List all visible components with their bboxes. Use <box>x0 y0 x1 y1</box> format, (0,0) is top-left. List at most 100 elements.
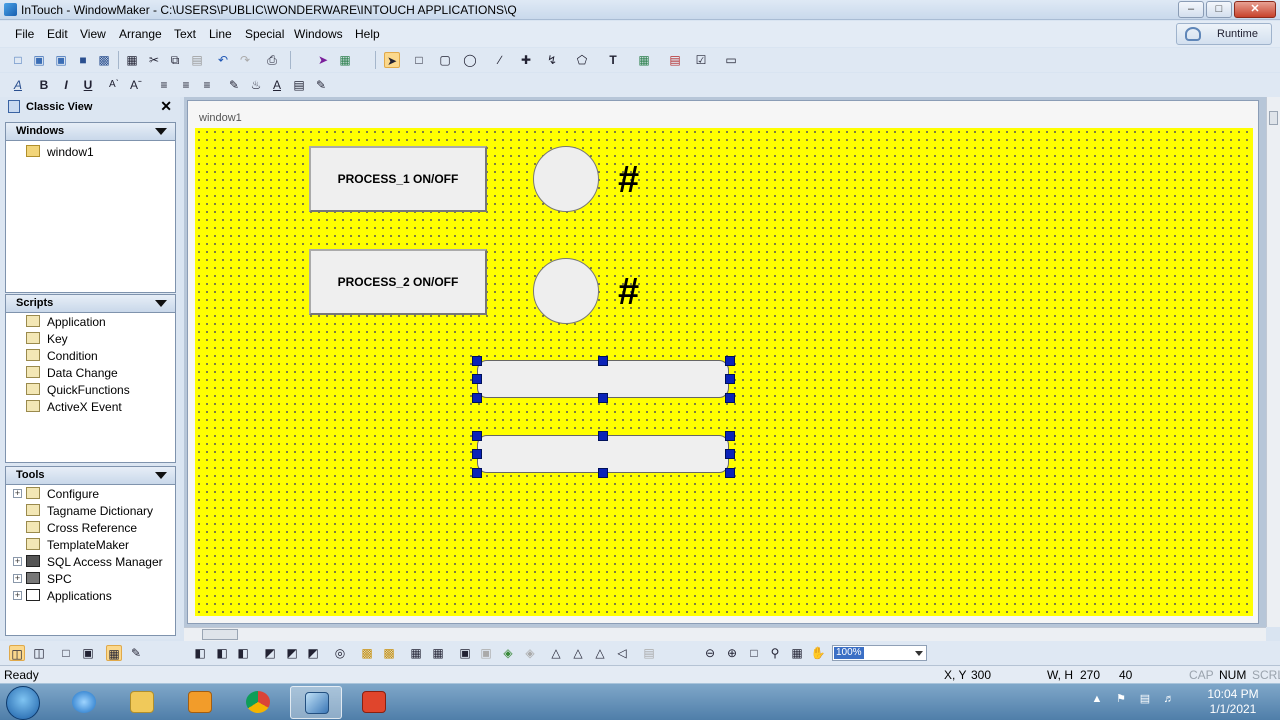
fill-bucket-icon[interactable]: ♨ <box>248 77 264 93</box>
selection-handle[interactable] <box>472 393 482 403</box>
full-screen-icon[interactable]: □ <box>58 645 74 661</box>
menu-file[interactable]: File <box>15 27 34 41</box>
undo-icon[interactable]: ↶ <box>215 52 231 68</box>
selection-handle[interactable] <box>725 393 735 403</box>
chevron-down-icon[interactable] <box>915 651 923 656</box>
font-icon[interactable]: A <box>10 77 26 93</box>
align-centers-icon[interactable]: ◎ <box>332 645 348 661</box>
tree-item-spc[interactable]: + SPC <box>6 570 175 587</box>
align-left-objects-icon[interactable]: ◧ <box>192 645 208 661</box>
rectangle-tool-icon[interactable]: □ <box>411 52 427 68</box>
menu-line[interactable]: Line <box>209 27 232 41</box>
rotate-right-icon[interactable]: △ <box>570 645 586 661</box>
zoom-normal-icon[interactable]: □ <box>746 645 762 661</box>
selection-handle[interactable] <box>598 393 608 403</box>
vertical-scrollbar[interactable] <box>1266 97 1280 627</box>
break-symbol-icon[interactable]: ◈ <box>522 645 538 661</box>
pointer-tool-icon[interactable]: ➤ <box>384 52 400 68</box>
menu-edit[interactable]: Edit <box>47 27 68 41</box>
taskbar-chrome[interactable] <box>232 686 284 719</box>
new-icon[interactable]: □ <box>10 52 26 68</box>
taskbar-media-player[interactable] <box>174 686 226 719</box>
volume-icon[interactable]: ♬ <box>1162 692 1176 706</box>
selection-handle[interactable] <box>598 431 608 441</box>
menu-text[interactable]: Text <box>174 27 196 41</box>
open-icon[interactable]: ▣ <box>31 52 47 68</box>
windows-start-icon[interactable] <box>6 686 40 720</box>
taskbar-internet-explorer[interactable] <box>58 686 110 719</box>
menu-arrange[interactable]: Arrange <box>119 27 162 41</box>
space-horizontal-icon[interactable]: ▦ <box>408 645 424 661</box>
bold-icon[interactable]: B <box>36 77 52 93</box>
fit-window-icon[interactable]: ▣ <box>80 645 96 661</box>
polygon-tool-icon[interactable]: ⬠ <box>574 52 590 68</box>
menu-special[interactable]: Special <box>245 27 284 41</box>
selection-handle[interactable] <box>472 468 482 478</box>
expand-icon[interactable]: + <box>13 574 22 583</box>
flip-vertical-icon[interactable]: ◁ <box>614 645 630 661</box>
align-right-objects-icon[interactable]: ◧ <box>235 645 251 661</box>
save-icon[interactable]: ■ <box>75 52 91 68</box>
selection-handle[interactable] <box>725 449 735 459</box>
selection-handle[interactable] <box>472 431 482 441</box>
tree-item-configure[interactable]: + Configure <box>6 485 175 502</box>
reshape-icon[interactable]: ▤ <box>641 645 657 661</box>
print-icon[interactable]: ⎙ <box>264 52 280 68</box>
selection-handle[interactable] <box>725 431 735 441</box>
selection-handle[interactable] <box>472 449 482 459</box>
align-center-objects-icon[interactable]: ◧ <box>214 645 230 661</box>
copy-icon[interactable]: ⧉ <box>167 52 183 68</box>
collapse-icon[interactable] <box>155 472 167 479</box>
historical-trend-tool-icon[interactable]: ☑ <box>693 52 709 68</box>
align-left-icon[interactable]: ≡ <box>156 77 172 93</box>
bring-to-front-icon[interactable]: ▩ <box>359 645 375 661</box>
scripts-section-header[interactable]: Scripts <box>6 295 175 313</box>
action-center-icon[interactable]: ⚑ <box>1114 692 1128 706</box>
trend-tool-icon[interactable]: ▤ <box>667 52 683 68</box>
window-color-icon[interactable]: ▤ <box>291 77 307 93</box>
pan-hand-icon[interactable]: ✋ <box>810 645 826 661</box>
expand-icon[interactable]: + <box>13 489 22 498</box>
pin-icon[interactable] <box>8 100 20 113</box>
menu-view[interactable]: View <box>80 27 106 41</box>
grid-icon[interactable]: ▦ <box>106 645 122 661</box>
zoom-window-icon[interactable]: ▦ <box>789 645 805 661</box>
flip-horizontal-icon[interactable]: △ <box>592 645 608 661</box>
text-tool-icon[interactable]: T <box>605 52 621 68</box>
selection-handle[interactable] <box>472 356 482 366</box>
tree-item-activex-event[interactable]: ActiveX Event <box>6 398 175 415</box>
selection-handle[interactable] <box>472 374 482 384</box>
tree-item-cross-reference[interactable]: Cross Reference <box>6 519 175 536</box>
fill-color-icon[interactable]: ➤ <box>315 52 331 68</box>
tree-item-sql-access-manager[interactable]: + SQL Access Manager <box>6 553 175 570</box>
tree-item-quickfunctions[interactable]: QuickFunctions <box>6 381 175 398</box>
send-to-back-icon[interactable]: ▩ <box>381 645 397 661</box>
process-2-button[interactable]: PROCESS_2 ON/OFF <box>309 249 487 315</box>
menu-windows[interactable]: Windows <box>294 27 343 41</box>
align-center-icon[interactable]: ≡ <box>178 77 194 93</box>
button-tool-icon[interactable]: ▭ <box>723 52 739 68</box>
break-cell-icon[interactable]: ▣ <box>478 645 494 661</box>
selection-handle[interactable] <box>725 356 735 366</box>
cut-icon[interactable]: ✂ <box>146 52 162 68</box>
tree-item-templatemaker[interactable]: TemplateMaker <box>6 536 175 553</box>
show-hidden-icons-icon[interactable]: ▲ <box>1090 692 1104 706</box>
save-all-icon[interactable]: ▩ <box>96 52 112 68</box>
taskbar-recorder[interactable] <box>348 686 400 719</box>
taskbar-clock[interactable]: 10:04 PM 1/1/2021 <box>1200 687 1266 717</box>
process-2-indicator[interactable] <box>533 258 599 324</box>
pencil-icon[interactable]: ✎ <box>128 645 144 661</box>
zoom-in-icon[interactable]: ⊕ <box>724 645 740 661</box>
tree-item-key-script[interactable]: Key <box>6 330 175 347</box>
redo-icon[interactable]: ↷ <box>237 52 253 68</box>
rotate-left-icon[interactable]: △ <box>548 645 564 661</box>
windows-section-header[interactable]: Windows <box>6 123 175 141</box>
rounded-rectangle-tool-icon[interactable]: ▢ <box>437 52 453 68</box>
close-button[interactable]: ✕ <box>1234 1 1276 18</box>
selection-handle[interactable] <box>598 468 608 478</box>
line-style-icon[interactable]: ✎ <box>313 77 329 93</box>
align-middle-icon[interactable]: ◩ <box>284 645 300 661</box>
zoom-out-icon[interactable]: ⊖ <box>702 645 718 661</box>
space-vertical-icon[interactable]: ▦ <box>430 645 446 661</box>
process-1-value-display[interactable]: # <box>618 160 639 200</box>
